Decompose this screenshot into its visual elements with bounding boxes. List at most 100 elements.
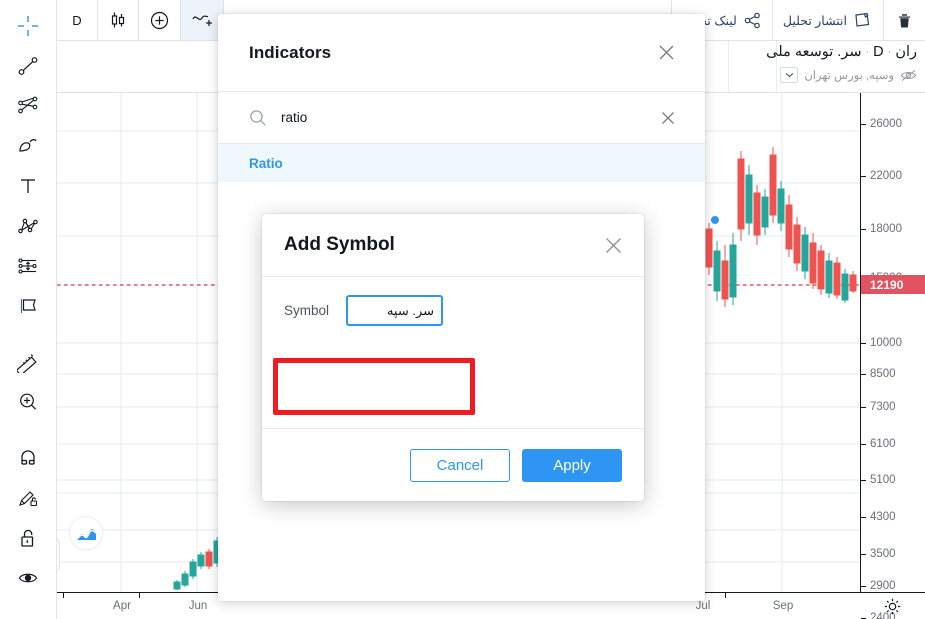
price-tick: 3500: [861, 547, 925, 561]
trash-icon: [899, 13, 910, 27]
measure-tool[interactable]: [8, 342, 48, 382]
apply-button[interactable]: Apply: [522, 448, 622, 482]
current-price-label: 12190: [870, 277, 904, 292]
share-icon: [744, 12, 760, 28]
publish-analysis-button[interactable]: انتشار تحلیل: [771, 0, 884, 40]
price-tick-label: 8500: [870, 368, 896, 380]
brush-tool[interactable]: [8, 126, 48, 166]
current-price-badge[interactable]: 12190: [861, 275, 925, 294]
symbol-title-main: سر. توسعه ملی: [766, 44, 862, 60]
delete-button[interactable]: [884, 0, 925, 40]
price-tick-label: 2900: [870, 580, 896, 592]
candlestick-icon: [111, 12, 125, 28]
time-mark: [63, 593, 64, 598]
cancel-button[interactable]: Cancel: [410, 448, 510, 482]
add-symbol-title: Add Symbol: [284, 234, 395, 255]
indicators-close-button[interactable]: [653, 40, 679, 66]
indicators-search-clear-button[interactable]: [657, 107, 679, 129]
chart-settings-button[interactable]: [860, 592, 925, 619]
close-icon: [605, 237, 621, 253]
measure-tools-group: [0, 336, 56, 428]
time-mark: [725, 593, 726, 598]
annotation-highlight-box: [273, 358, 475, 415]
remove-tools-group: [0, 608, 56, 619]
trend-line-tool[interactable]: [8, 46, 48, 86]
symbol-interval: D: [873, 44, 884, 60]
add-symbol-footer: Cancel Apply: [262, 428, 644, 501]
gear-icon: [884, 598, 901, 614]
candles-right: [689, 147, 857, 307]
interval-label: D: [72, 12, 82, 28]
price-tick-label: 5100: [870, 474, 896, 486]
price-tick-label: 6100: [870, 438, 896, 450]
symbol-title-row[interactable]: ران·D·سر. توسعه ملی: [766, 44, 917, 60]
indicator-result-label: Ratio: [249, 155, 283, 171]
publish-icon: [855, 12, 870, 27]
crosshair-tool[interactable]: [8, 6, 48, 46]
indicator-result-ratio[interactable]: Ratio: [218, 144, 705, 182]
indicators-search-input[interactable]: [281, 110, 643, 125]
price-tick-label: 3500: [870, 548, 896, 560]
lock-tool[interactable]: [8, 518, 48, 558]
add-symbol-header: Add Symbol: [262, 214, 644, 277]
price-tick: 8500: [861, 367, 925, 381]
price-tick: 4300: [861, 510, 925, 524]
left-drawing-toolbar: [0, 0, 57, 619]
chevron-down-icon[interactable]: [780, 67, 799, 83]
trading-chart-app: D لینک تحلیل انتشار تحلیل ران·D·سر. توسع…: [0, 0, 925, 619]
symbol-bar-divider: [728, 41, 729, 92]
indicators-dialog-header: Indicators: [218, 14, 705, 92]
zoom-in-tool[interactable]: [8, 382, 48, 422]
price-tick-label: 22000: [870, 170, 902, 182]
chart-marker: [710, 215, 720, 225]
symbol-subtitle-row: وسپه, بورس تهران: [780, 67, 917, 83]
title-dot: ·: [887, 46, 892, 59]
drawing-tools-group: [0, 0, 56, 332]
pattern-tool[interactable]: [8, 206, 48, 246]
magnet-tool[interactable]: [8, 438, 48, 478]
hidden-eye-icon[interactable]: [900, 68, 917, 83]
search-icon: [250, 109, 266, 126]
flag-tool[interactable]: [8, 286, 48, 326]
indicators-search-row: [218, 92, 705, 144]
price-axis[interactable]: 26000 22000 18000 15000 12190 10000 8500…: [860, 93, 925, 619]
price-tick: 26000: [861, 117, 925, 131]
drawing-lock-tool[interactable]: [8, 478, 48, 518]
hide-drawings-tool[interactable]: [8, 558, 48, 598]
chart-logo-badge[interactable]: [69, 516, 103, 550]
price-tick: 7300: [861, 400, 925, 414]
add-compare-button[interactable]: [139, 0, 181, 40]
pitchfork-tool[interactable]: [8, 86, 48, 126]
close-icon: [659, 45, 673, 60]
price-tick: 10000: [861, 336, 925, 350]
indicators-icon: [192, 15, 212, 26]
text-tool[interactable]: [8, 166, 48, 206]
symbol-input[interactable]: [346, 295, 444, 326]
price-tick-label: 7300: [870, 401, 896, 413]
symbol-title-tail: ران: [895, 44, 917, 60]
chart-type-button[interactable]: [98, 0, 139, 40]
price-tick: 2900: [861, 579, 925, 593]
logo-icon: [75, 529, 97, 541]
collapse-sidebar-handle[interactable]: [57, 537, 60, 573]
price-tick: 5100: [861, 473, 925, 487]
add-symbol-body: Symbol: [262, 277, 644, 428]
price-tick: 22000: [861, 169, 925, 183]
time-mark: [139, 593, 140, 598]
time-tick-label: Jun: [188, 600, 208, 612]
price-tick-label: 10000: [870, 337, 902, 349]
clear-icon: [662, 111, 674, 124]
remove-drawings-tool[interactable]: [8, 614, 48, 619]
forecast-tool[interactable]: [8, 246, 48, 286]
add-symbol-close-button[interactable]: [600, 232, 626, 258]
title-dot: ·: [865, 46, 870, 59]
price-tick-label: 4300: [870, 511, 896, 523]
price-tick-label: 18000: [870, 223, 902, 235]
symbol-field-label: Symbol: [284, 303, 330, 318]
symbol-exchange-label: وسپه, بورس تهران: [804, 70, 894, 82]
indicators-dialog-title: Indicators: [249, 42, 332, 62]
interval-button[interactable]: D: [57, 0, 98, 40]
symbol-field-row: Symbol: [284, 295, 622, 326]
control-tools-group: [0, 432, 56, 604]
plus-circle-icon: [150, 11, 169, 29]
